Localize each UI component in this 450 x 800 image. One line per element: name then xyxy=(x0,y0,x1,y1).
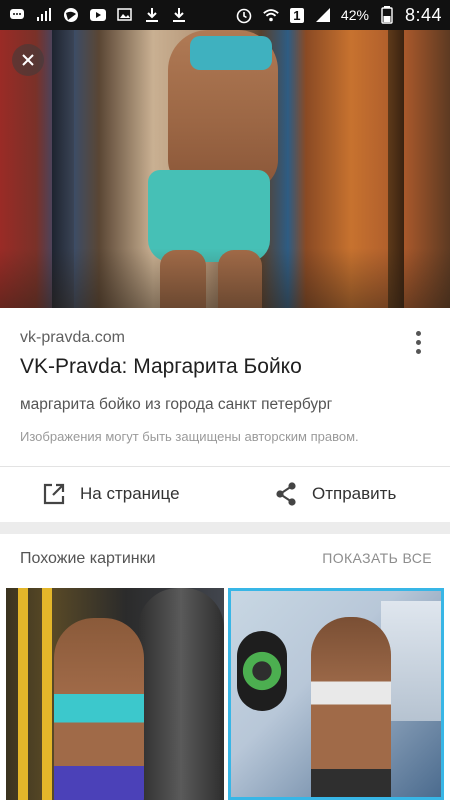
related-image-thumbnail[interactable] xyxy=(6,588,224,800)
status-bar: 1 42% 8:44 xyxy=(0,0,450,30)
hero-image[interactable] xyxy=(0,30,450,308)
related-image-thumbnail-selected[interactable] xyxy=(228,588,444,800)
globe-icon xyxy=(62,6,80,24)
status-bar-right: 1 42% 8:44 xyxy=(235,5,442,26)
share-button[interactable]: Отправить xyxy=(274,474,396,514)
thumbnail-yellow-bar xyxy=(18,588,28,800)
result-card: vk-pravda.com VK-Pravda: Маргарита Бойко… xyxy=(0,308,450,522)
thumbnail-figure xyxy=(311,617,391,797)
hero-image-shadow xyxy=(0,248,450,308)
download-icon xyxy=(143,6,161,24)
copyright-notice: Изображения могут быть защищены авторски… xyxy=(20,429,359,444)
open-in-new-icon xyxy=(43,483,65,505)
close-icon xyxy=(22,54,34,66)
result-title[interactable]: VK-Pravda: Маргарита Бойко xyxy=(20,355,302,379)
signal-bars-icon xyxy=(35,6,53,24)
more-options-button[interactable] xyxy=(402,324,434,360)
share-label: Отправить xyxy=(312,484,397,503)
open-page-label: На странице xyxy=(80,484,180,503)
cell-signal-icon xyxy=(314,6,332,24)
alarm-icon xyxy=(235,6,253,24)
show-all-button[interactable]: ПОКАЗАТЬ ВСЕ xyxy=(322,550,432,566)
thumbnail-yellow-bar xyxy=(42,588,52,800)
divider xyxy=(0,466,450,467)
wifi-icon xyxy=(262,6,280,24)
youtube-icon xyxy=(89,6,107,24)
open-page-button[interactable]: На странице xyxy=(42,474,180,514)
more-dot xyxy=(415,330,421,336)
status-time: 8:44 xyxy=(404,4,442,25)
download-icon xyxy=(170,6,188,24)
image-icon xyxy=(116,6,134,24)
hero-image-top xyxy=(190,36,272,70)
status-bar-left xyxy=(8,6,188,24)
thumbnail-figure xyxy=(54,618,144,800)
messages-icon xyxy=(8,6,26,24)
share-icon xyxy=(276,482,296,506)
result-domain[interactable]: vk-pravda.com xyxy=(20,329,125,347)
more-dot xyxy=(415,339,421,345)
thumbnail-weight-plates xyxy=(237,631,287,711)
result-description: маргарита бойко из города санкт петербур… xyxy=(20,396,333,413)
thumbnail-punching-bag xyxy=(138,588,224,800)
close-button[interactable] xyxy=(12,44,44,76)
related-images-title: Похожие картинки xyxy=(20,550,156,567)
related-images-section: Похожие картинки ПОКАЗАТЬ ВСЕ xyxy=(0,534,450,800)
sim-1-icon: 1 xyxy=(289,6,305,24)
battery-percent: 42% xyxy=(340,7,369,23)
more-dot xyxy=(415,348,421,354)
battery-icon xyxy=(378,6,396,24)
